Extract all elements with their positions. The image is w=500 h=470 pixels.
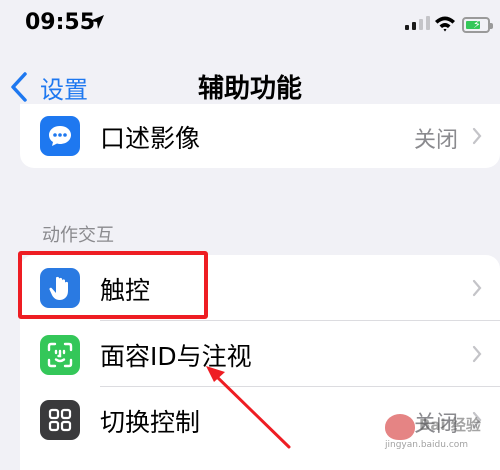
watermark-url: jingyan.baidu.com [385,440,469,450]
watermark-text: Bai 经验 [419,416,481,434]
annotation-arrow-icon [206,366,291,449]
baidu-paw-icon [385,414,415,440]
watermark: Bai 经验 jingyan.baidu.com [385,410,495,454]
